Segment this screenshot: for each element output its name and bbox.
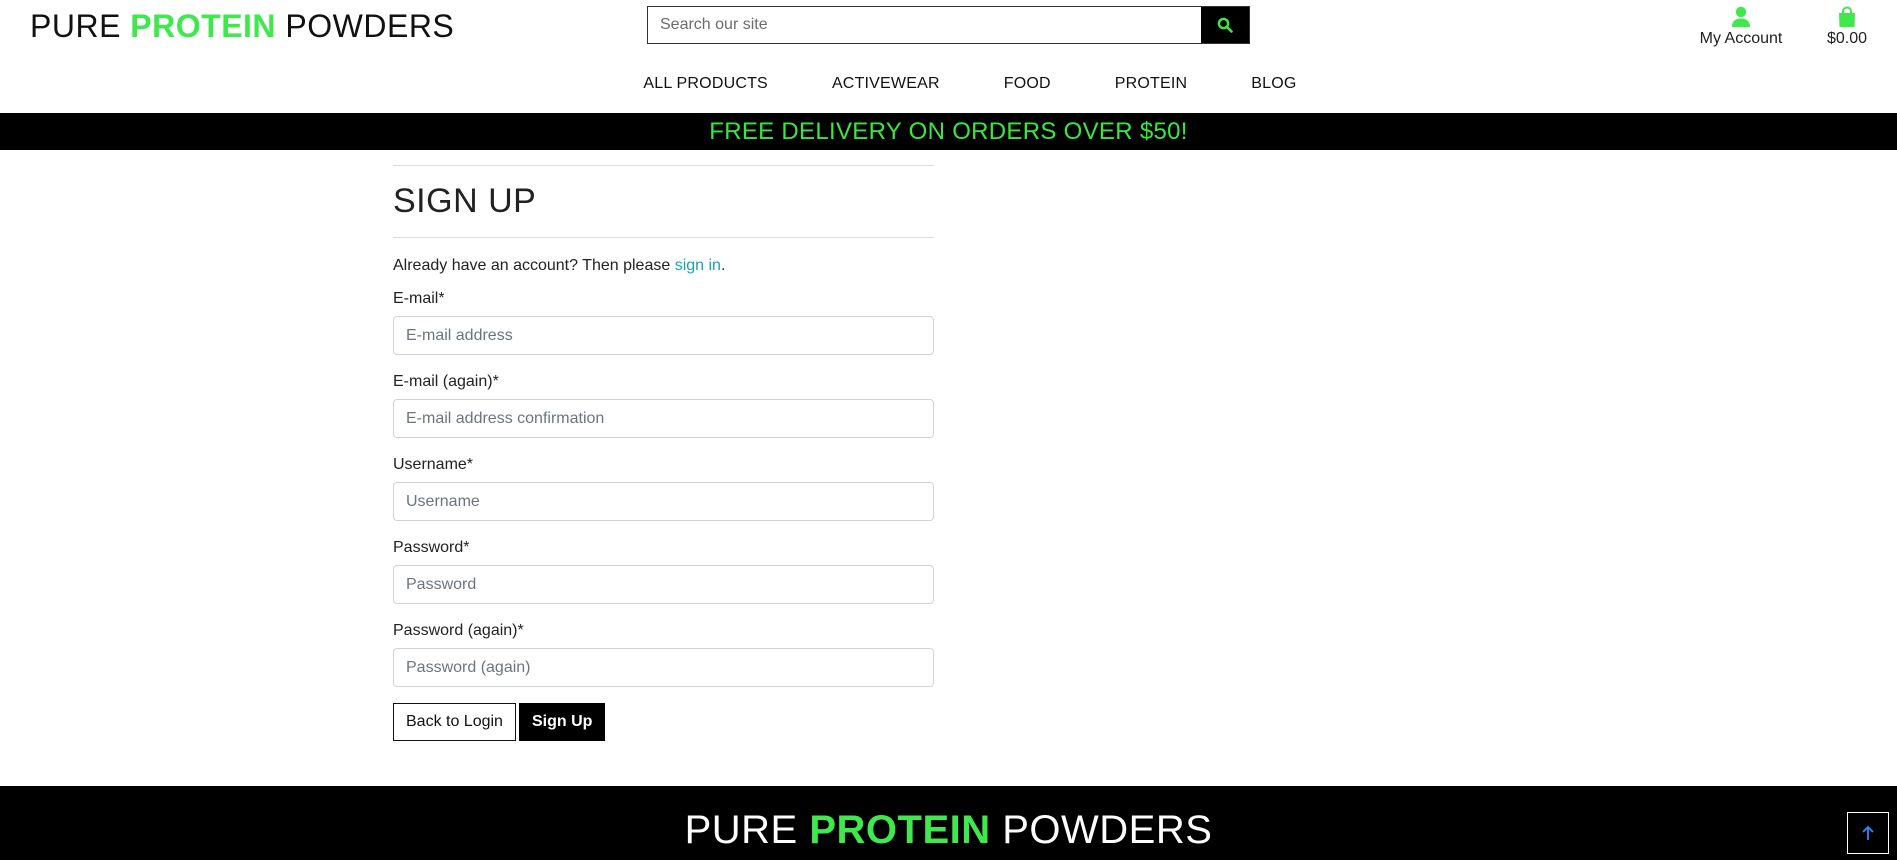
search-button[interactable] (1201, 7, 1249, 43)
email-field[interactable] (393, 316, 934, 355)
back-to-login-button[interactable]: Back to Login (393, 703, 516, 741)
nav-item-blog[interactable]: BLOG (1219, 72, 1328, 96)
shopping-bag-icon (1839, 6, 1855, 27)
signin-prompt-suffix: . (720, 257, 726, 274)
password-confirm-label: Password (again)* (393, 622, 524, 639)
search-input[interactable] (648, 7, 1201, 43)
my-account-label: My Account (1699, 30, 1783, 47)
signin-prompt: Already have an account? Then please sig… (393, 257, 934, 275)
nav-item-protein[interactable]: PROTEIN (1083, 72, 1220, 96)
footer-logo-powders: POWDERS (990, 808, 1213, 852)
bag-total: $0.00 (1826, 30, 1868, 47)
password-confirm-field[interactable] (393, 648, 934, 687)
email-confirm-field[interactable] (393, 399, 934, 438)
form-actions: Back to Login Sign Up (393, 703, 934, 741)
signin-prompt-text: Already have an account? Then please (393, 257, 675, 274)
logo-text-protein: PROTEIN (130, 8, 277, 44)
username-label: Username* (393, 456, 474, 473)
site-footer: PURE PROTEIN POWDERS (0, 786, 1897, 860)
shopping-bag-link[interactable]: $0.00 (1822, 0, 1872, 48)
nav-item-all-products[interactable]: ALL PRODUCTS (611, 72, 800, 96)
main-nav: ALL PRODUCTS ACTIVEWEAR FOOD PROTEIN BLO… (0, 72, 1897, 96)
nav-item-food[interactable]: FOOD (972, 72, 1083, 96)
password-label: Password* (393, 539, 470, 556)
footer-logo-pure: PURE (684, 808, 810, 852)
search-form (647, 6, 1250, 44)
arrow-up-icon (1862, 825, 1874, 840)
footer-logo[interactable]: PURE PROTEIN POWDERS (0, 808, 1897, 852)
title-divider (393, 237, 934, 238)
search-icon (1217, 17, 1233, 33)
email-label: E-mail* (393, 290, 445, 307)
delivery-banner: FREE DELIVERY ON ORDERS OVER $50! (0, 113, 1897, 150)
sign-up-button[interactable]: Sign Up (518, 703, 606, 741)
logo-text-powders: POWDERS (276, 8, 455, 44)
signin-link[interactable]: sign in (675, 257, 721, 274)
top-divider (393, 165, 934, 166)
my-account-link[interactable]: My Account (1695, 0, 1787, 48)
footer-logo-protein: PROTEIN (809, 808, 991, 852)
back-to-top-button[interactable] (1847, 812, 1889, 854)
email-confirm-label: E-mail (again)* (393, 373, 499, 390)
username-field[interactable] (393, 482, 934, 521)
user-icon (1732, 6, 1750, 27)
nav-item-activewear[interactable]: ACTIVEWEAR (800, 72, 972, 96)
password-field[interactable] (393, 565, 934, 604)
logo-text-pure: PURE (30, 8, 131, 44)
signup-section: SIGN UP Already have an account? Then pl… (393, 165, 934, 741)
page-title: SIGN UP (393, 182, 537, 220)
delivery-banner-text: FREE DELIVERY ON ORDERS OVER $50! (709, 118, 1188, 145)
site-logo[interactable]: PURE PROTEIN POWDERS (30, 4, 454, 48)
